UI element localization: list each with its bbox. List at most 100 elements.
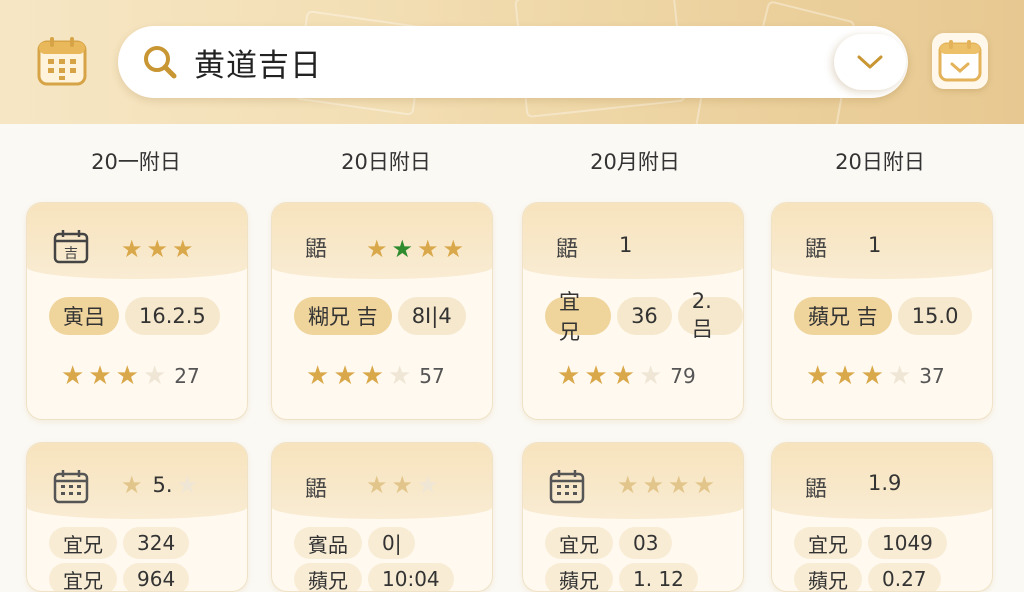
svg-text:吉: 吉: [64, 246, 78, 262]
glyph-icon: 鼯: [804, 237, 827, 262]
tag-label: 蘋兄: [294, 563, 362, 591]
tag-value: 36: [617, 297, 672, 335]
chevron-down-icon[interactable]: [834, 34, 906, 90]
tag-value: 15.0: [897, 297, 973, 335]
tag-label: 蘋兄: [545, 563, 613, 591]
star-icon: ★: [417, 235, 439, 263]
tag-label: 宜兄: [545, 527, 613, 559]
star-icon: ★: [806, 361, 830, 391]
star-icon: ★: [121, 471, 143, 499]
tag-value: 0.27: [868, 563, 941, 591]
day-card[interactable]: 鼯 ★ ★ ★ ★ 糊兄 吉 8I|4 ★ ★ ★ ★ 57: [271, 202, 493, 420]
column-header: 20月附日: [590, 150, 680, 174]
rating-row: ★ ★ ★ ★ 57: [306, 363, 445, 389]
search-input[interactable]: 黄道吉日: [194, 40, 322, 85]
rating-count: 27: [174, 364, 200, 388]
star-icon: ★: [121, 235, 143, 263]
rating-row: ★ ★ ★ ★ 27: [61, 363, 200, 389]
tag-value: 10:04: [368, 563, 454, 591]
star-icon: ★: [557, 361, 581, 391]
calendar-check-icon[interactable]: [932, 33, 988, 89]
tag-label: 蘋兄: [794, 563, 862, 591]
top-rating: ★ 5. ★: [121, 471, 199, 499]
tag-value: 2.吕: [677, 289, 743, 341]
star-icon: ★: [611, 361, 635, 391]
tag-label: 宜兄: [49, 563, 117, 591]
rating-row: ★ ★ ★ ★ 79: [557, 363, 696, 389]
column-header: 20日附日: [835, 150, 925, 174]
tag-value: 1049: [868, 527, 947, 559]
day-card[interactable]: ★ ★ ★ ★ 宜兄 03 蘋兄 1. 12: [522, 442, 744, 592]
star-icon: ★: [833, 361, 857, 391]
glyph-icon: 鼯: [804, 477, 827, 502]
top-rating: ★ ★ ★: [366, 473, 439, 497]
glyph-icon: 鼯: [304, 237, 327, 262]
day-card[interactable]: ★ 5. ★ 宜兄 324 宜兄 964: [26, 442, 248, 592]
magnifier-icon: [144, 46, 177, 79]
day-card[interactable]: 鼯 1 宜兄 36 2.吕 ★ ★ ★ ★ 79: [522, 202, 744, 420]
tag-label: 宜兄: [545, 290, 612, 344]
rating-row: ★ ★ ★ ★ 37: [806, 363, 945, 389]
tag-value: 964: [123, 563, 190, 591]
tag-value: 1. 12: [619, 563, 698, 591]
tag-value: 324: [123, 527, 190, 559]
star-green-icon: ★: [391, 235, 414, 263]
star-icon: ★: [366, 235, 388, 263]
tag-label: 糊兄 吉: [294, 297, 392, 335]
top-rating: ★ ★ ★ ★: [366, 237, 464, 261]
tag-value: 8I|4: [397, 297, 466, 335]
star-icon: ★: [584, 361, 608, 391]
tag-value: 16.2.5: [125, 297, 220, 335]
search-bar[interactable]: 黄道吉日: [118, 26, 908, 98]
star-empty-icon: ★: [142, 361, 167, 391]
calendar-icon: 吉: [51, 227, 91, 267]
tag-label: 宜兄: [794, 527, 862, 559]
calendar-grid-icon: [547, 467, 587, 507]
day-card[interactable]: 鼯 ★ ★ ★ 賓品 0| 蘋兄 10:04: [271, 442, 493, 592]
rating-count: 79: [670, 364, 696, 388]
star-icon: ★: [333, 361, 357, 391]
star-icon: ★: [146, 235, 169, 263]
star-icon: ★: [860, 361, 884, 391]
star-icon: ★: [306, 361, 330, 391]
tag-label: 寅吕: [49, 297, 119, 335]
tag-label: 蘋兄 吉: [794, 297, 892, 335]
star-icon: ★: [617, 471, 639, 499]
star-icon: ★: [61, 361, 85, 391]
day-card[interactable]: 鼯 1.9 宜兄 1049 蘋兄 0.27: [771, 442, 993, 592]
star-empty-icon: ★: [417, 471, 439, 499]
tag-label: 賓品: [294, 527, 362, 559]
star-icon: ★: [88, 361, 112, 391]
star-icon: ★: [360, 361, 384, 391]
star-icon: ★: [366, 471, 388, 499]
star-empty-icon: ★: [638, 361, 663, 391]
star-icon: ★: [642, 471, 665, 499]
tag-value: 03: [619, 527, 673, 559]
star-icon: ★: [172, 235, 194, 263]
star-icon: ★: [668, 471, 690, 499]
star-icon: ★: [693, 471, 716, 499]
day-card[interactable]: 鼯 1 蘋兄 吉 15.0 ★ ★ ★ ★ 37: [771, 202, 993, 420]
star-icon: ★: [442, 235, 465, 263]
column-header: 20日附日: [341, 150, 431, 174]
top-value: 1: [619, 233, 633, 257]
column-header: 20一附日: [91, 150, 181, 174]
top-rating: ★ ★ ★ ★: [617, 473, 715, 497]
star-icon: ★: [115, 361, 139, 391]
glyph-icon: 鼯: [555, 237, 578, 262]
day-card[interactable]: 吉 ★ ★ ★ 寅吕 16.2.5 ★ ★ ★ ★ 27: [26, 202, 248, 420]
calendar-grid-icon: [51, 467, 91, 507]
top-value: 1.9: [868, 471, 902, 495]
star-empty-icon: ★: [387, 361, 412, 391]
header-bar: 黄道吉日: [0, 0, 1024, 124]
tag-label: 宜兄: [49, 527, 117, 559]
star-icon: ★: [391, 471, 414, 499]
star-empty-icon: ★: [887, 361, 912, 391]
top-value: 1: [868, 233, 882, 257]
rating-count: 37: [919, 364, 945, 388]
top-rating: ★ ★ ★: [121, 237, 194, 261]
glyph-icon: 鼯: [304, 477, 327, 502]
calendar-grid-icon[interactable]: [34, 33, 90, 89]
star-empty-icon: ★: [176, 471, 199, 499]
rating-count: 57: [419, 364, 445, 388]
